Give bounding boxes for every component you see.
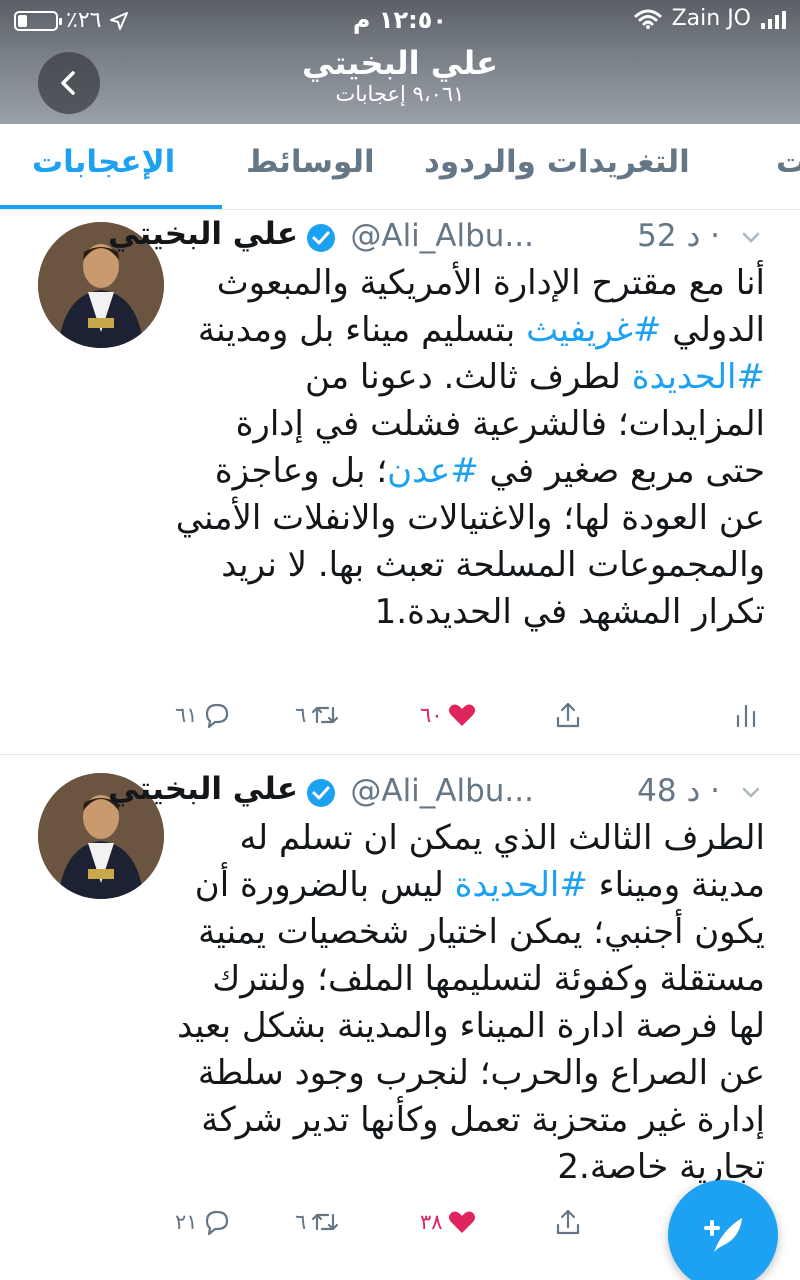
retweet-count: ٦ (295, 1210, 307, 1234)
reply-button[interactable]: ٢١ (175, 1207, 232, 1237)
tweet[interactable]: 52 د · @Ali_Albu... علي البخيتي أنا مع م… (0, 210, 800, 755)
tweet-text: أنا مع مقترح الإدارة الأمريكية والمبعوث … (175, 260, 765, 636)
reply-icon (205, 1210, 228, 1236)
profile-tabs: الإعجابات الوسائط التغريدات والردود ت (0, 124, 800, 210)
tweet-text-part: بتسليم ميناء بل ومدينة (197, 310, 527, 350)
status-bar: ٪٢٦ ١٢:٥٠ م Zain JO (0, 0, 800, 40)
tweet-text-part: ليس بالضرورة أن يكون أجنبي؛ يمكن اختيار … (177, 865, 765, 1187)
retweet-icon (312, 706, 339, 724)
signal-bars-icon (761, 9, 786, 29)
share-button[interactable] (553, 700, 583, 730)
tweet-handle[interactable]: @Ali_Albu... (350, 773, 534, 809)
retweet-icon (312, 1213, 339, 1231)
share-icon (556, 702, 580, 728)
tweet-handle[interactable]: @Ali_Albu... (350, 218, 534, 254)
share-button[interactable] (553, 1207, 583, 1237)
like-button[interactable]: ٣٨ (420, 1207, 477, 1237)
wifi-icon (634, 9, 662, 29)
likes-count: ٩،٠٦١ إعجابات (335, 82, 465, 106)
tab-tweets-replies[interactable]: التغريدات والردود (424, 144, 690, 180)
share-icon (556, 1209, 580, 1235)
verified-badge-icon (307, 779, 335, 807)
verified-badge-icon (307, 224, 335, 252)
tweet-display-name[interactable]: علي البخيتي (108, 771, 298, 807)
tweet-header: 52 د · @Ali_Albu... علي البخيتي (108, 216, 760, 262)
reply-count: ٢١ (175, 1210, 198, 1234)
retweet-button[interactable]: ٦ (295, 700, 340, 730)
retweet-button[interactable]: ٦ (295, 1207, 340, 1237)
chevron-down-icon[interactable] (738, 224, 764, 250)
profile-name: علي البخيتي (301, 44, 499, 82)
compose-tweet-button[interactable] (668, 1180, 778, 1280)
compose-feather-icon (704, 1218, 742, 1252)
tweet-header: 48 د · @Ali_Albu... علي البخيتي (108, 771, 760, 817)
hashtag-link[interactable]: #غريفيث (526, 310, 661, 350)
tweet-display-name[interactable]: علي البخيتي (108, 216, 298, 252)
tab-tweets[interactable]: ت (776, 144, 800, 180)
retweet-count: ٦ (295, 703, 307, 727)
tweet-text: الطرف الثالث الذي يمكن ان تسلم له مدينة … (175, 815, 765, 1191)
hashtag-link[interactable]: #الحديدة (455, 865, 588, 905)
heart-icon (448, 1211, 475, 1233)
analytics-icon (736, 704, 756, 728)
tab-likes[interactable]: الإعجابات (32, 144, 175, 180)
reply-count: ٦١ (175, 703, 198, 727)
profile-header: ٪٢٦ ١٢:٥٠ م Zain JO علي البخيتي ٩،٠٦١ إع… (0, 0, 800, 124)
tweet-time: 52 د · (637, 218, 720, 254)
reply-icon (205, 703, 228, 729)
like-count: ٣٨ (420, 1210, 443, 1234)
hashtag-link[interactable]: #عدن (387, 451, 479, 491)
reply-button[interactable]: ٦١ (175, 700, 232, 730)
carrier-name: Zain JO (671, 6, 751, 31)
hashtag-link[interactable]: #الحديدة (632, 357, 765, 397)
active-tab-indicator (0, 205, 222, 209)
chevron-down-icon[interactable] (738, 779, 764, 805)
like-count: ٦٠ (420, 703, 443, 727)
tweet-time: 48 د · (637, 773, 720, 809)
tweet-actions: ٦١ ٦ ٦٠ (175, 700, 765, 740)
status-right: Zain JO (634, 6, 786, 31)
tab-media[interactable]: الوسائط (246, 144, 375, 180)
like-button[interactable]: ٦٠ (420, 700, 477, 730)
heart-icon (448, 704, 475, 726)
analytics-button[interactable] (731, 700, 761, 730)
